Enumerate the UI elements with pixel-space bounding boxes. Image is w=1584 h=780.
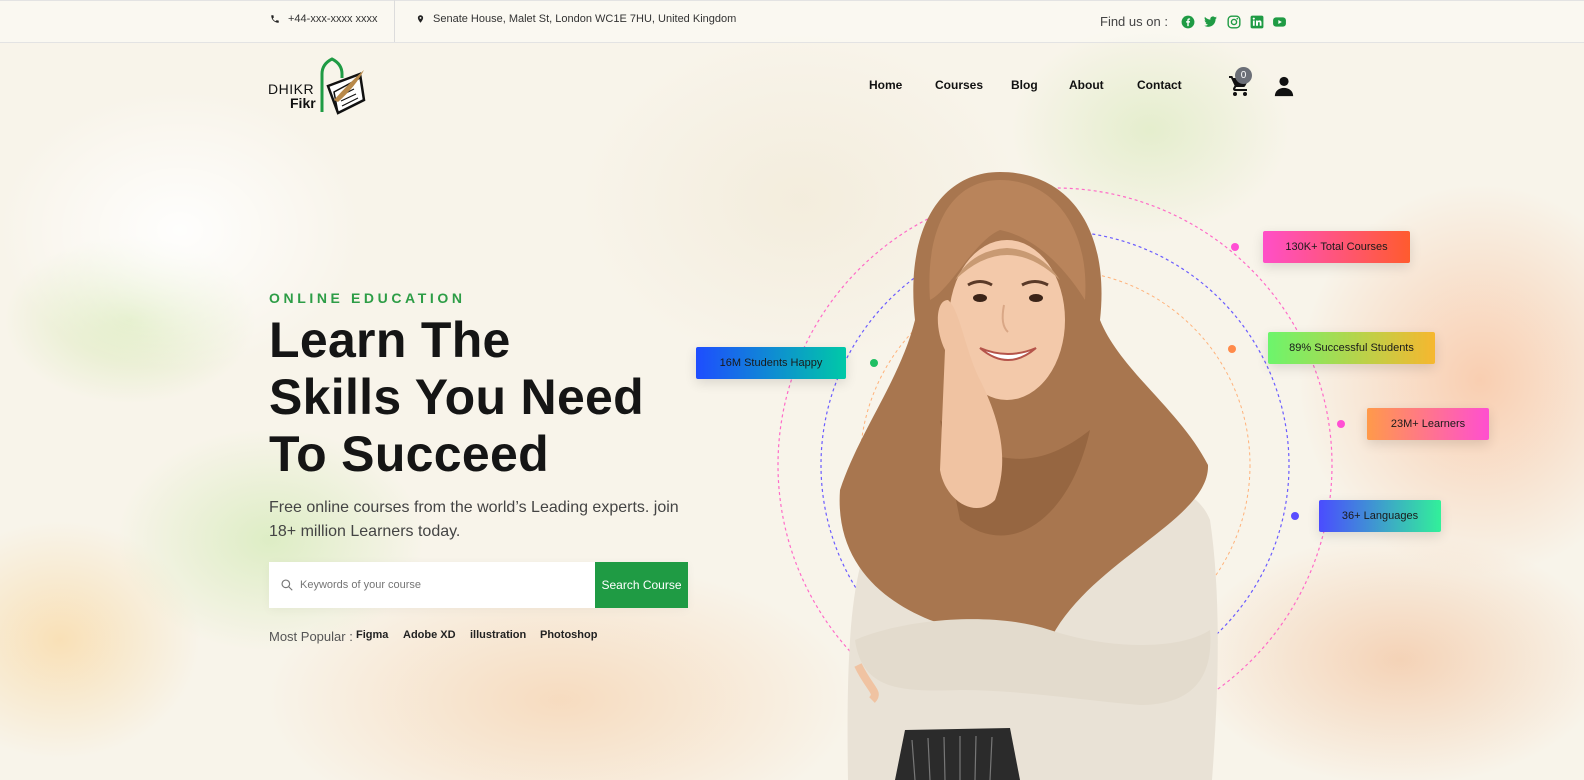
stat-languages: 36+ Languages — [1319, 500, 1441, 532]
stat-dot-courses — [1231, 243, 1239, 251]
stat-dot-students-happy — [870, 359, 878, 367]
hero-illustration — [777, 172, 1333, 780]
stat-label: 89% Successful Students — [1289, 342, 1414, 354]
stat-successful-students: 89% Successful Students — [1268, 332, 1435, 364]
stat-dot-languages — [1291, 512, 1299, 520]
stat-learners: 23M+ Learners — [1367, 408, 1489, 440]
stat-label: 16M Students Happy — [719, 357, 823, 369]
stat-label: 23M+ Learners — [1390, 418, 1466, 430]
stat-students-happy: 16M Students Happy — [696, 347, 846, 379]
stat-total-courses: 130K+ Total Courses — [1263, 231, 1410, 263]
stat-dot-successful-students — [1228, 345, 1236, 353]
student-photo — [839, 172, 1218, 780]
stat-dot-learners — [1337, 420, 1345, 428]
stat-label: 36+ Languages — [1341, 510, 1419, 522]
stat-label: 130K+ Total Courses — [1285, 241, 1388, 253]
